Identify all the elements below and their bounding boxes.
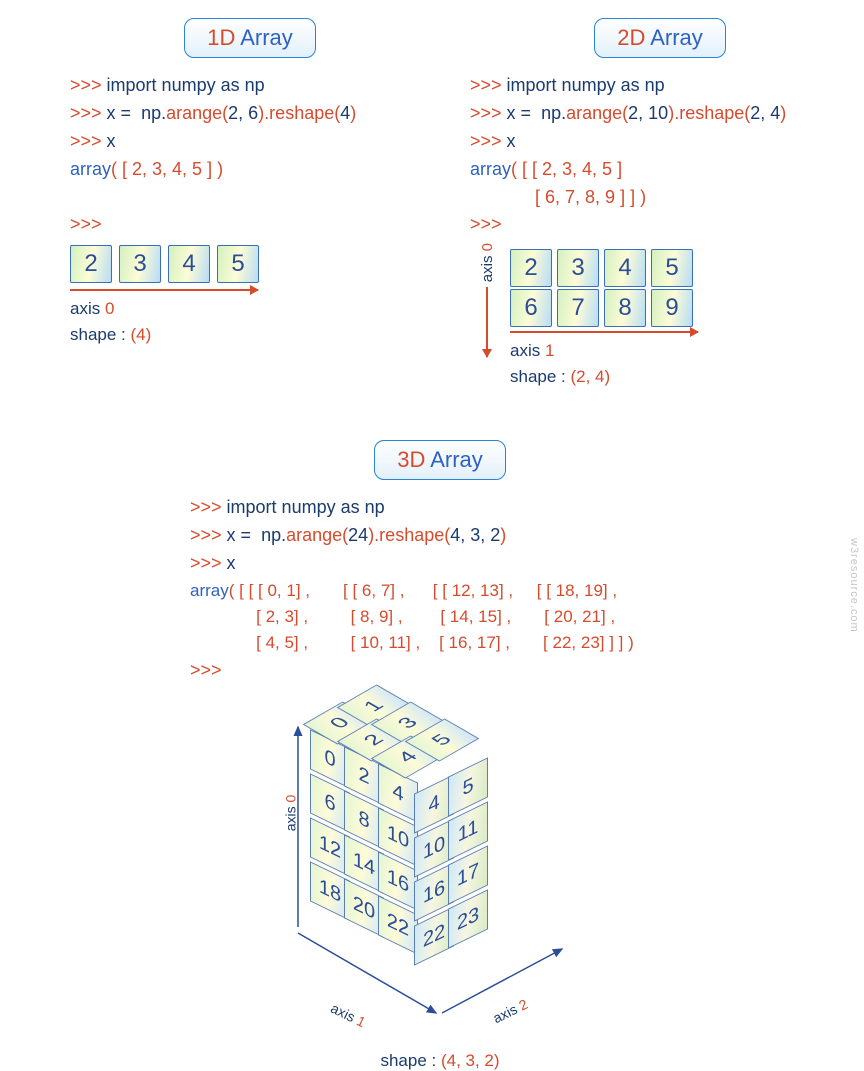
cell: 4 [604, 249, 646, 287]
axis-0-arrow [70, 289, 258, 291]
cell: 3 [119, 245, 161, 283]
watermark: w3resource.com [848, 538, 860, 633]
shape-1d: shape : (4) [70, 325, 430, 345]
axis-0-arrow [486, 287, 488, 357]
cell: 7 [557, 289, 599, 327]
cell: 9 [651, 289, 693, 327]
code-3d: >>> import numpy as np >>> x = np.arange… [190, 494, 760, 578]
cell: 4 [168, 245, 210, 283]
code-2d: >>> import numpy as np >>> x = np.arange… [470, 72, 850, 239]
section-3d: 3D Array >>> import numpy as np >>> x = … [120, 440, 760, 1071]
prompt: >>> [190, 660, 222, 680]
cells-1d: 2 3 4 5 [70, 245, 430, 283]
cube-3d: 024681012141618202245101116172223012345 … [260, 685, 620, 1045]
heading-3d-suffix: Array [430, 447, 483, 472]
code-1d: >>> import numpy as np >>> x = np.arange… [70, 72, 430, 239]
heading-2d: 2D Array [594, 18, 726, 58]
heading-1d-suffix: Array [240, 25, 293, 50]
cells-2d: 2 3 4 5 6 7 8 9 [510, 249, 698, 325]
axis-0-label: axis 0 [479, 243, 496, 282]
shape-2d: shape : (2, 4) [510, 367, 698, 387]
cell: 6 [510, 289, 552, 327]
cell: 5 [217, 245, 259, 283]
diagram-page: { "sections": { "d1": { "title_prefix": … [0, 0, 864, 1063]
cell: 2 [70, 245, 112, 283]
heading-1d-prefix: 1D [207, 25, 235, 50]
axis-0-label: axis 0 [70, 299, 430, 319]
axis-1-label: axis 1 [510, 341, 698, 361]
shape-3d: shape : (4, 3, 2) [120, 1051, 760, 1071]
section-2d: 2D Array >>> import numpy as np >>> x = … [470, 18, 850, 387]
array-3d-output: array( [ [ [ 0, 1] , [ [ 6, 7] , [ [ 12,… [190, 578, 760, 657]
heading-2d-prefix: 2D [617, 25, 645, 50]
heading-2d-suffix: Array [650, 25, 703, 50]
cell: 8 [604, 289, 646, 327]
heading-3d-prefix: 3D [397, 447, 425, 472]
heading-3d: 3D Array [374, 440, 506, 480]
axis-1-arrow [510, 331, 698, 333]
heading-1d: 1D Array [184, 18, 316, 58]
cell: 5 [651, 249, 693, 287]
cell: 3 [557, 249, 599, 287]
cell: 2 [510, 249, 552, 287]
axis-arrows-icon [260, 685, 620, 1045]
grid-2d-wrap: axis 0 2 3 4 5 6 7 8 9 axis 1 shape : (2… [470, 243, 850, 387]
section-1d: 1D Array >>> import numpy as np >>> x = … [70, 18, 430, 345]
